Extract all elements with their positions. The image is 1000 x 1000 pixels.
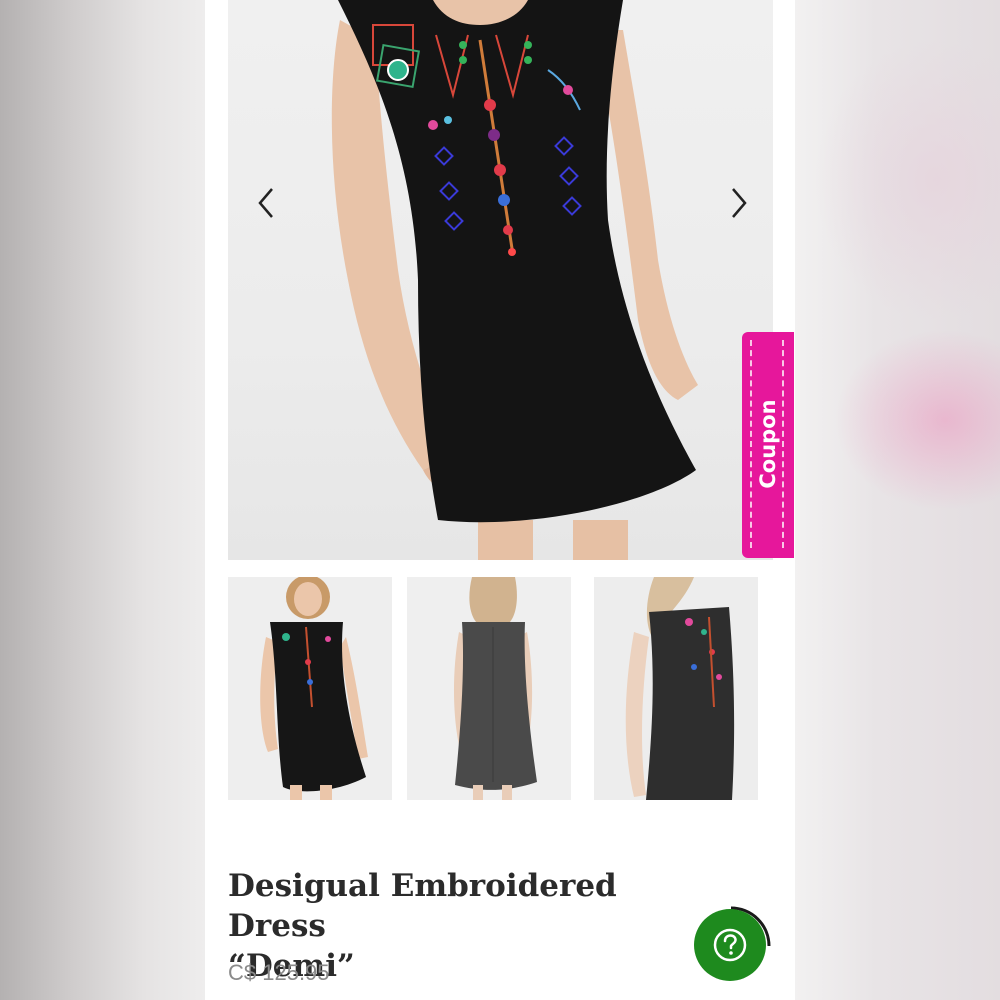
product-main-image[interactable] — [228, 0, 773, 560]
coupon-tab[interactable]: Coupon — [742, 332, 794, 558]
product-price: C$ 125.95 — [228, 960, 330, 985]
dress-front-illustration — [331, 0, 698, 560]
dress-back-thumbnail-illustration — [453, 577, 537, 800]
blurred-background-right — [795, 0, 1000, 1000]
next-image-button[interactable] — [721, 185, 757, 221]
chevron-left-icon — [258, 188, 273, 218]
coupon-label: Coupon — [756, 399, 780, 489]
dress-side-thumbnail-illustration — [625, 577, 735, 800]
thumbnail-front[interactable] — [228, 577, 392, 800]
previous-image-button[interactable] — [248, 185, 284, 221]
question-mark-icon — [713, 928, 747, 962]
blurred-background-left — [0, 0, 205, 1000]
thumbnail-back[interactable] — [407, 577, 571, 800]
product-page: Coupon Desigual Embroidered Dress “Demi”… — [205, 0, 795, 1000]
dress-front-thumbnail-illustration — [260, 577, 368, 800]
help-button[interactable] — [694, 909, 766, 981]
product-title-line1: Desigual Embroidered Dress — [228, 868, 617, 944]
chevron-right-icon — [732, 188, 747, 218]
thumbnail-side[interactable] — [594, 577, 758, 800]
